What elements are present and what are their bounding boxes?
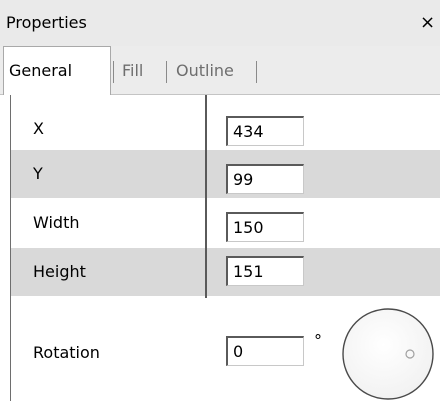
close-icon[interactable]: × <box>420 12 440 34</box>
tab-separator <box>256 61 257 83</box>
rotation-label: Rotation <box>33 343 100 362</box>
y-label: Y <box>33 164 43 183</box>
y-input[interactable]: 99 <box>226 164 304 194</box>
tab-separator <box>113 61 114 83</box>
rotation-dial-icon[interactable] <box>340 305 436 401</box>
width-label: Width <box>33 213 80 232</box>
tab-fill[interactable]: Fill <box>122 46 164 94</box>
tab-outline[interactable]: Outline <box>176 46 252 94</box>
degree-symbol: ° <box>314 331 322 350</box>
height-input[interactable]: 151 <box>226 256 304 286</box>
x-label: X <box>33 119 44 138</box>
height-label: Height <box>33 262 86 281</box>
tab-separator <box>166 61 167 83</box>
window-title: Properties <box>6 13 87 32</box>
tab-general[interactable]: General <box>3 46 111 95</box>
column-divider <box>205 95 207 298</box>
tab-strip: General Fill Outline <box>0 46 440 95</box>
width-input[interactable]: 150 <box>226 212 304 242</box>
x-input[interactable]: 434 <box>226 116 304 146</box>
title-bar: Properties × <box>0 0 440 46</box>
rotation-input[interactable]: 0 <box>226 336 304 366</box>
